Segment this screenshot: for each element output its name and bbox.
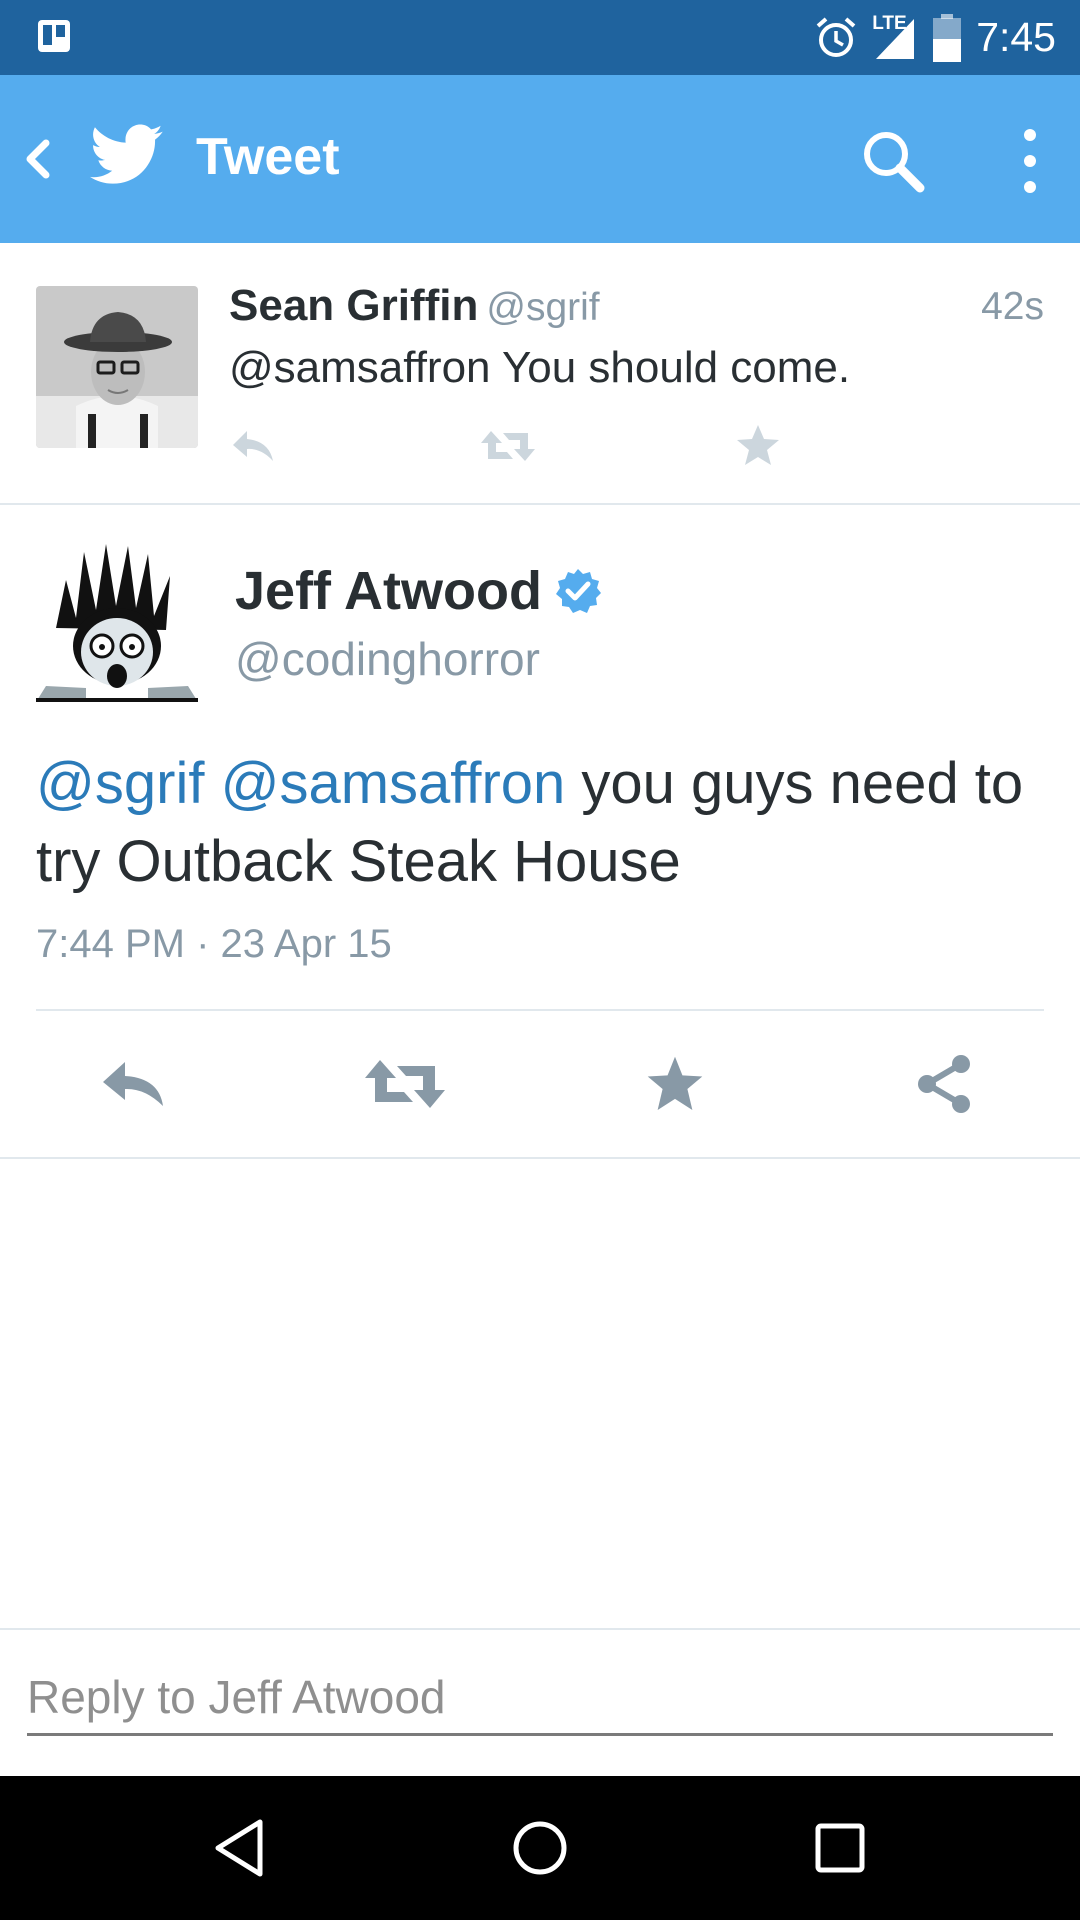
divider — [36, 1009, 1044, 1011]
author-line: Jeff Atwood — [235, 560, 602, 622]
home-circle-icon[interactable] — [504, 1812, 576, 1884]
action-bar: Tweet — [0, 75, 1080, 243]
battery-icon — [933, 13, 962, 62]
avatar[interactable] — [36, 540, 198, 702]
tweet-time: 42s — [981, 285, 1044, 328]
verified-badge-icon — [555, 569, 601, 613]
reply-bar — [0, 1628, 1080, 1776]
retweet-icon[interactable] — [479, 421, 537, 471]
retweet-button[interactable] — [360, 1044, 450, 1124]
back-triangle-icon[interactable] — [204, 1812, 276, 1884]
signal-icon: LTE — [872, 13, 918, 63]
status-bar: LTE 7:45 — [0, 0, 1080, 75]
search-icon[interactable] — [858, 127, 928, 197]
favorite-icon — [647, 1056, 703, 1111]
back-icon[interactable] — [18, 127, 58, 191]
author-line: Sean Griffin @sgrif — [229, 281, 600, 331]
alarm-icon — [816, 16, 856, 57]
overflow-menu-icon[interactable] — [1005, 125, 1055, 197]
system-nav-bar — [0, 1776, 1080, 1920]
reply-icon[interactable] — [229, 421, 279, 471]
tweet-date: 7:44 PM · 23 Apr 15 — [36, 922, 392, 966]
mention-link[interactable]: @sgrif — [36, 751, 204, 816]
trello-icon — [38, 20, 70, 52]
recents-square-icon[interactable] — [804, 1812, 876, 1884]
avatar[interactable] — [36, 286, 198, 448]
share-button[interactable] — [900, 1044, 990, 1124]
reply-input[interactable] — [27, 1660, 1053, 1736]
author-handle[interactable]: @sgrif — [486, 286, 599, 329]
status-time: 7:45 — [976, 14, 1056, 60]
share-icon — [918, 1055, 970, 1113]
author-handle[interactable]: @codinghorror — [235, 632, 540, 686]
tweet-actions — [0, 1044, 1080, 1124]
previous-tweet[interactable]: Sean Griffin @sgrif 42s @samsaffron You s… — [0, 243, 1080, 505]
page-title: Tweet — [196, 128, 340, 186]
retweet-icon — [365, 1060, 445, 1108]
divider — [0, 1157, 1080, 1159]
twitter-bird-icon — [90, 124, 163, 184]
tweet-text: @samsaffron You should come. — [229, 343, 851, 392]
reply-icon — [103, 1062, 163, 1106]
author-name[interactable]: Jeff Atwood — [235, 560, 542, 622]
tweet-actions — [229, 421, 829, 471]
tweet-text: @sgrif @samsaffron you guys need to try … — [36, 745, 1056, 901]
mention-link[interactable]: @samsaffron — [221, 751, 566, 816]
reply-button[interactable] — [90, 1044, 180, 1124]
network-type: LTE — [872, 12, 907, 34]
favorite-button[interactable] — [630, 1044, 720, 1124]
author-name[interactable]: Sean Griffin — [229, 281, 478, 330]
favorite-icon[interactable] — [733, 421, 783, 471]
